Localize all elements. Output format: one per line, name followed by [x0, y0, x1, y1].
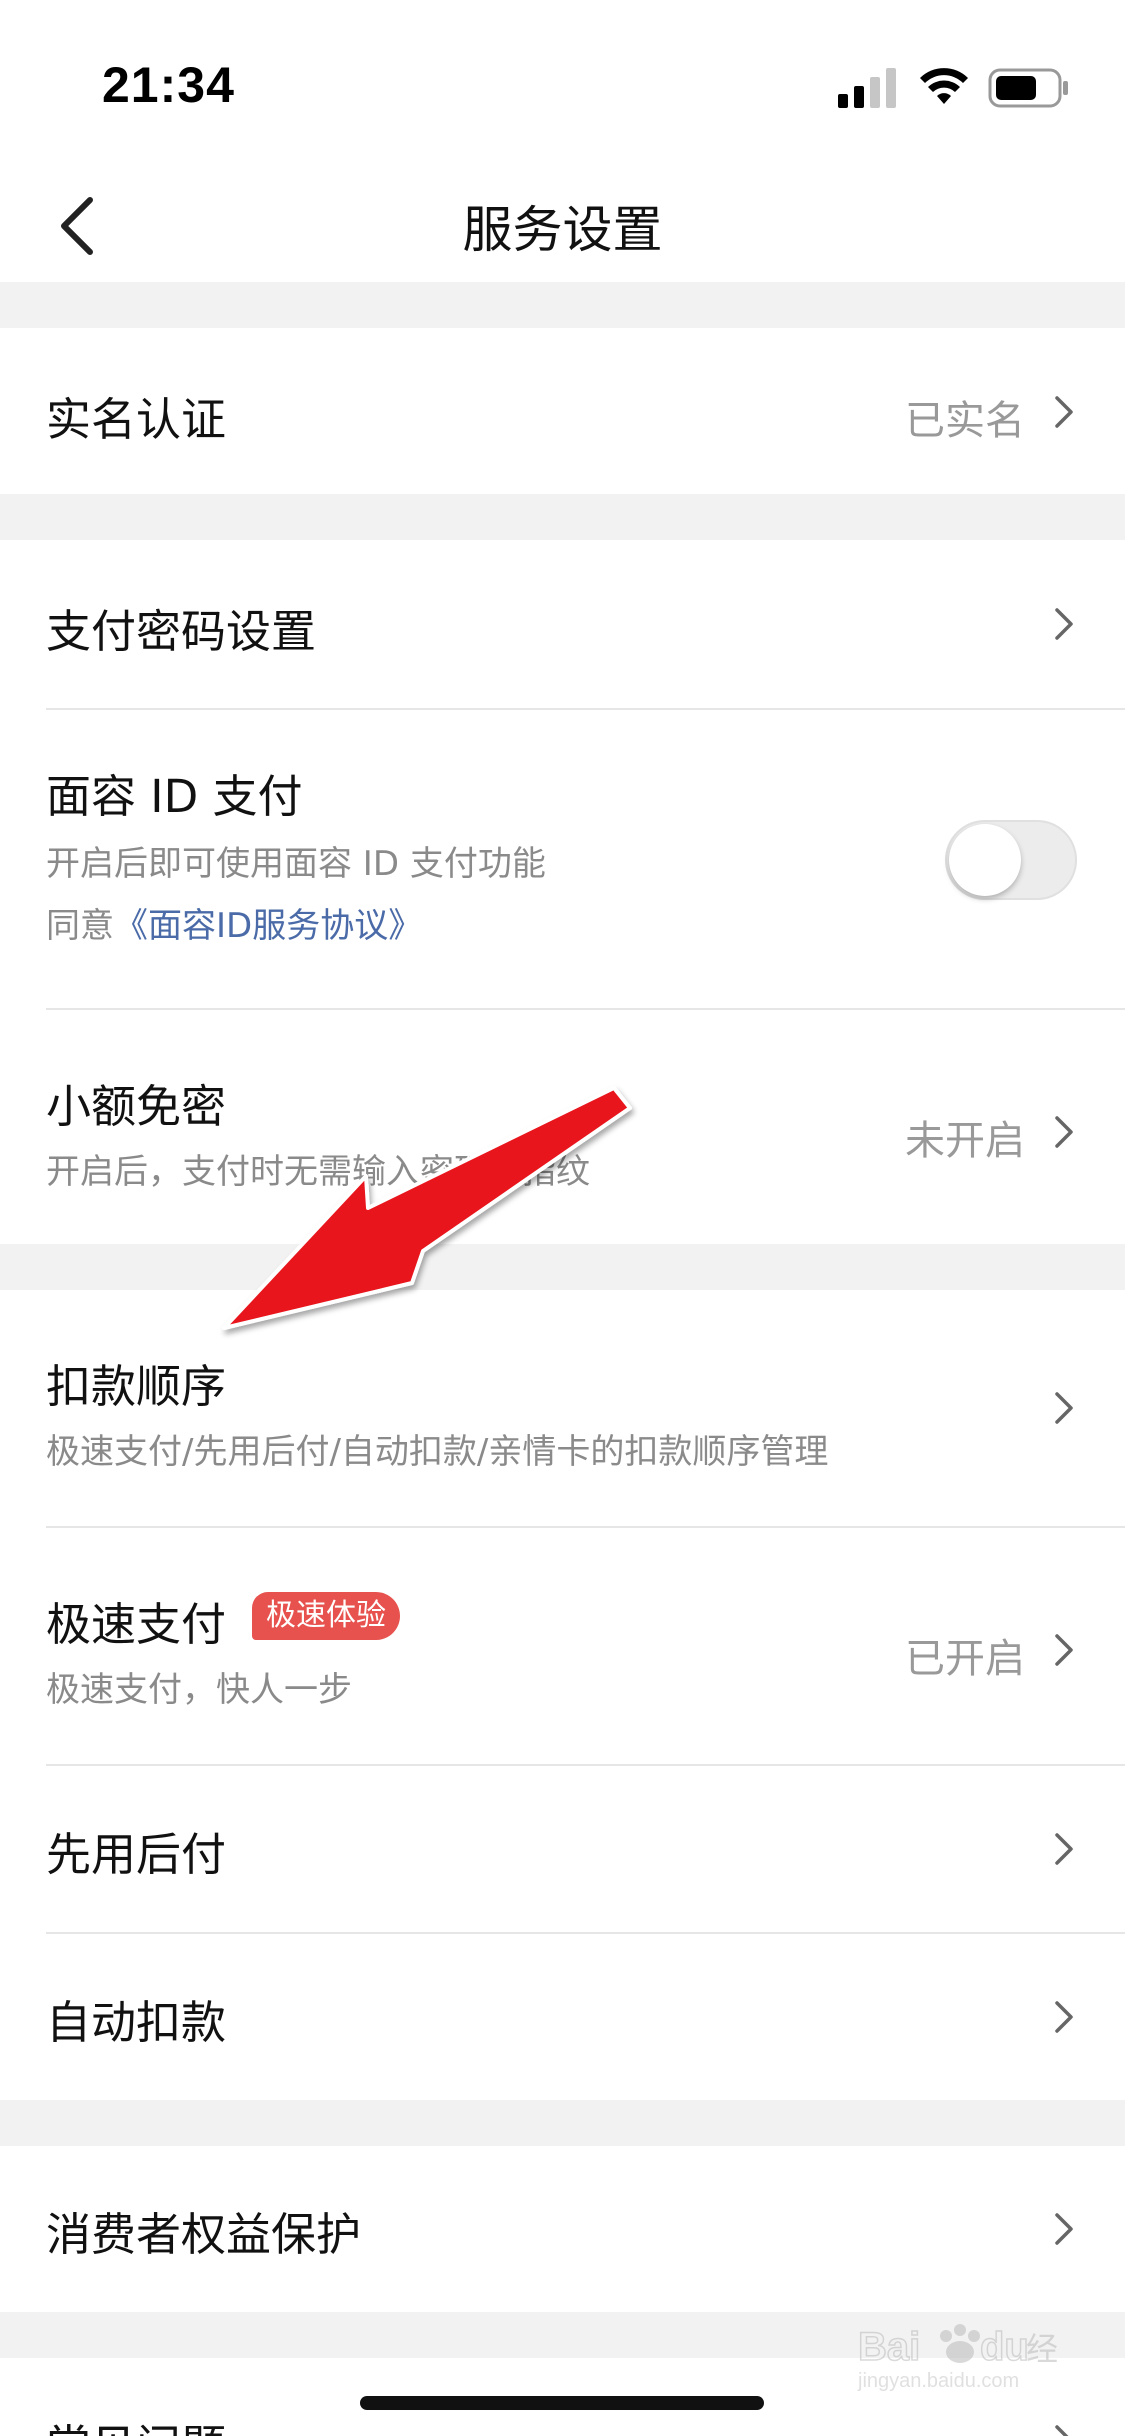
- status-time: 21:34: [102, 57, 235, 113]
- chevron-right-icon: [1055, 2213, 1073, 2245]
- small-amount-free-status: 未开启: [905, 1118, 1025, 1164]
- pay-password-label: 支付密码设置: [46, 605, 317, 658]
- real-name-label: 实名认证: [46, 393, 227, 446]
- chevron-right-icon: [1055, 1833, 1073, 1865]
- auto-deduct-row[interactable]: 自动扣款: [0, 1934, 1125, 2100]
- group-payment-security: 支付密码设置 面容 ID 支付 开启后即可使用面容 ID 支付功能 同意《面容I…: [0, 540, 1125, 1244]
- chevron-right-icon: [1055, 1634, 1073, 1666]
- nav-bar: 服务设置: [0, 170, 1125, 282]
- fast-pay-description: 极速支付，快人一步: [46, 1670, 352, 1710]
- auto-deduct-label: 自动扣款: [46, 1996, 227, 2049]
- chevron-right-icon: [1055, 1392, 1073, 1424]
- face-id-description: 开启后即可使用面容 ID 支付功能: [46, 844, 546, 884]
- fast-pay-status: 已开启: [905, 1636, 1025, 1682]
- real-name-row[interactable]: 实名认证 已实名: [0, 328, 1125, 494]
- chevron-right-icon: [1055, 1116, 1073, 1148]
- real-name-status: 已实名: [905, 398, 1025, 444]
- toggle-knob: [949, 824, 1021, 896]
- fast-pay-badge: 极速体验: [252, 1592, 400, 1640]
- baidu-logo-icon: Bai du 经: [857, 2324, 1058, 2370]
- agreement-prefix: 同意: [46, 906, 114, 946]
- deduct-order-row[interactable]: 扣款顺序 极速支付/先用后付/自动扣款/亲情卡的扣款顺序管理: [0, 1290, 1125, 1526]
- face-id-agreement-link[interactable]: 《面容ID服务协议》: [114, 906, 422, 946]
- group-deduction: 扣款顺序 极速支付/先用后付/自动扣款/亲情卡的扣款顺序管理 极速支付 极速体验…: [0, 1290, 1125, 2100]
- svg-text:经: 经: [1026, 2330, 1058, 2368]
- group-identity: 实名认证 已实名: [0, 328, 1125, 494]
- pay-password-row[interactable]: 支付密码设置: [0, 540, 1125, 708]
- fast-pay-label: 极速支付: [46, 1598, 227, 1651]
- watermark-url: jingyan.baidu.com: [858, 2370, 1020, 2392]
- consumer-rights-label: 消费者权益保护: [46, 2208, 362, 2261]
- pay-later-row[interactable]: 先用后付: [0, 1766, 1125, 1932]
- deduct-order-label: 扣款顺序: [46, 1360, 227, 1413]
- svg-text:du: du: [980, 2325, 1029, 2369]
- wifi-icon: [920, 68, 968, 104]
- face-id-label: 面容 ID 支付: [46, 770, 303, 823]
- small-amount-free-description: 开启后，支付时无需输入密码或指纹: [46, 1152, 590, 1192]
- fast-pay-row[interactable]: 极速支付 极速体验 极速支付，快人一步 已开启: [0, 1528, 1125, 1764]
- small-amount-free-label: 小额免密: [46, 1080, 227, 1133]
- home-indicator: [360, 2396, 764, 2410]
- deduct-order-description: 极速支付/先用后付/自动扣款/亲情卡的扣款顺序管理: [46, 1432, 829, 1472]
- consumer-rights-row[interactable]: 消费者权益保护: [0, 2146, 1125, 2312]
- status-bar: 21:34: [0, 0, 1125, 170]
- face-id-toggle[interactable]: [945, 820, 1077, 900]
- signal-icon: [838, 68, 896, 108]
- svg-text:Bai: Bai: [858, 2325, 920, 2369]
- small-amount-free-row[interactable]: 小额免密 开启后，支付时无需输入密码或指纹 未开启: [0, 1010, 1125, 1244]
- faq-label: 常见问题: [46, 2410, 226, 2436]
- chevron-right-icon: [1055, 2001, 1073, 2033]
- face-id-agreement: 同意《面容ID服务协议》: [46, 898, 422, 947]
- face-id-row: 面容 ID 支付 开启后即可使用面容 ID 支付功能 同意《面容ID服务协议》: [0, 710, 1125, 1008]
- baidu-watermark: Bai du 经 jingyan.baidu.com: [857, 2320, 1073, 2404]
- group-consumer: 消费者权益保护: [0, 2146, 1125, 2312]
- chevron-right-icon: [1055, 2425, 1069, 2436]
- chevron-right-icon: [1055, 396, 1073, 428]
- page-title: 服务设置: [462, 201, 663, 259]
- chevron-right-icon: [1055, 608, 1073, 640]
- battery-icon: [988, 68, 1068, 108]
- pay-later-label: 先用后付: [46, 1828, 227, 1881]
